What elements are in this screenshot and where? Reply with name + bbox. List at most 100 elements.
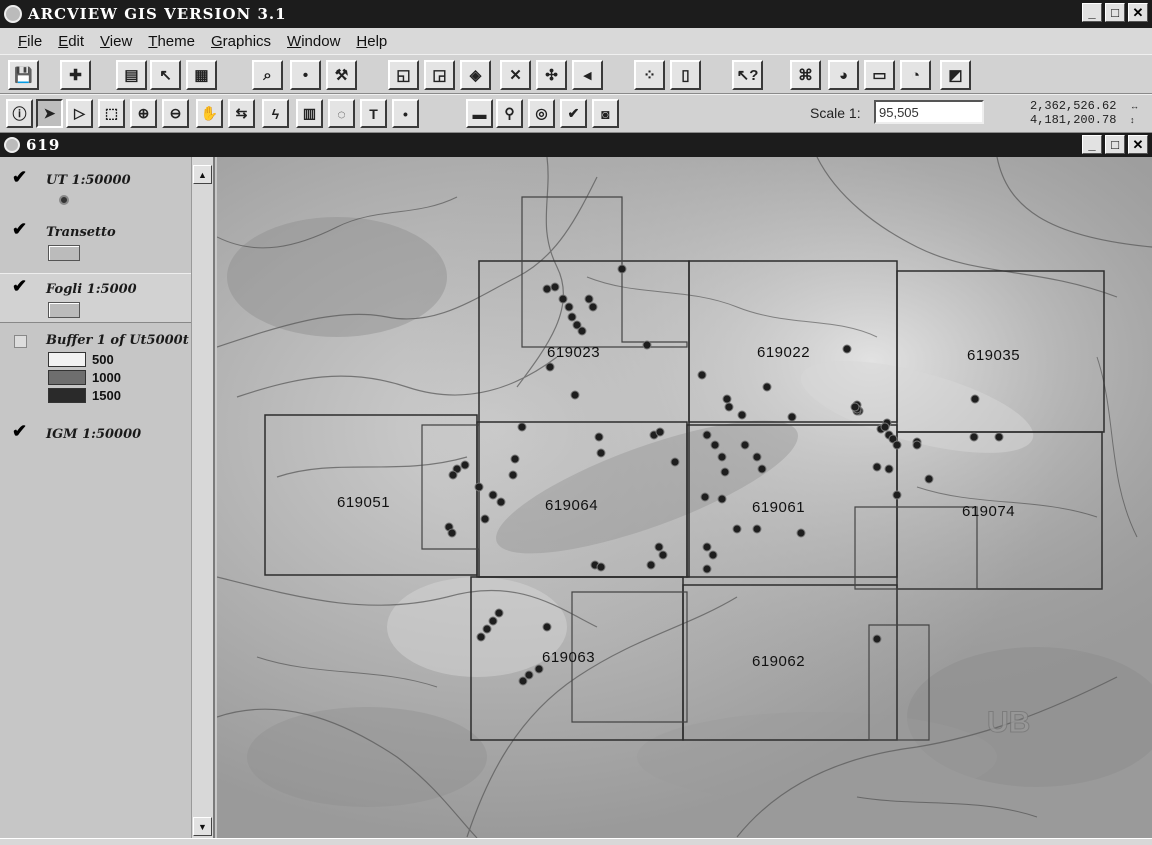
app-title-bar: ARCVIEW GIS VERSION 3.1 _ □ ✕ <box>0 0 1152 28</box>
layer-name: Fogli 1:5000 <box>46 282 137 297</box>
sheet-label: 619023 <box>547 344 601 361</box>
layer-visible-checkbox[interactable]: ✔ <box>12 421 27 442</box>
layer-buffer[interactable]: Buffer 1 of Ut5000t 500 1000 1500 <box>0 329 192 409</box>
select-by-theme-button[interactable]: ⁘ <box>634 60 665 90</box>
layer-visible-checkbox[interactable] <box>14 335 27 348</box>
button-bar: 💾 ✚ ▤ ↖ ▦ ⌕ • ⚒ ◱ ◲ ◈ ✕ ✣ ◂ ⁘ ▯ ↖? ⌘ ◕ ▭ ◔ ◩ <box>0 54 1152 94</box>
menu-graphics[interactable]: Graphics <box>203 33 279 50</box>
layer-visible-checkbox[interactable]: ✔ <box>12 276 27 297</box>
layer-transetto[interactable]: ✔ Transetto <box>0 217 192 267</box>
maximize-button[interactable]: □ <box>1105 3 1125 22</box>
pan-tool[interactable]: ✋ <box>196 99 223 128</box>
tool-bar: ◙✔◎⚲▬ •T◌▥ϟ⇆✋⊖⊕⬚▷➤ⓘ Scale 1: 2,362,526.62… <box>0 94 1152 133</box>
pointer-tool[interactable]: ➤ <box>36 99 63 128</box>
scroll-down-button[interactable]: ▼ <box>193 817 212 836</box>
layer-fogli-5000[interactable]: ✔ Fogli 1:5000 <box>0 273 192 323</box>
polygon-symbol <box>48 245 80 261</box>
locate-address-button[interactable]: • <box>290 60 321 90</box>
snap-tool[interactable]: ▬ <box>466 99 493 128</box>
menu-label: ile <box>27 32 43 50</box>
label-tool[interactable]: ▥ <box>296 99 323 128</box>
class-swatch <box>48 387 86 403</box>
menu-edit[interactable]: Edit <box>50 33 92 50</box>
zoom-selected-button[interactable]: ◈ <box>460 60 491 90</box>
menu-theme[interactable]: Theme <box>140 33 203 50</box>
sheet-label: 619064 <box>545 497 599 514</box>
layer-visible-checkbox[interactable]: ✔ <box>12 219 27 240</box>
menu-mnemonic: F <box>18 32 28 50</box>
menu-label: iew <box>109 32 133 50</box>
measure-tool[interactable]: ⇆ <box>228 99 255 128</box>
layer-ut-50000[interactable]: ✔ UT 1:50000 <box>0 165 192 205</box>
export-button[interactable]: ◩ <box>940 60 971 90</box>
menu-file[interactable]: File <box>10 33 50 50</box>
callout-tool[interactable]: ◌ <box>328 99 355 128</box>
view-close-button[interactable]: ✕ <box>1128 135 1148 154</box>
camera-tool[interactable]: ◙ <box>592 99 619 128</box>
draw-point-tool[interactable]: • <box>392 99 419 128</box>
add-theme-button[interactable]: ✚ <box>60 60 91 90</box>
zoom-out-fixed-button[interactable]: ✣ <box>536 60 567 90</box>
query-builder-button[interactable]: ⚒ <box>326 60 357 90</box>
circle-tool[interactable]: ◎ <box>528 99 555 128</box>
layout-button[interactable]: ◕ <box>828 60 859 90</box>
view-maximize-button[interactable]: □ <box>1105 135 1125 154</box>
point-symbol <box>59 195 69 205</box>
minimize-button[interactable]: _ <box>1082 3 1102 22</box>
sheet-label: 619051 <box>337 494 391 511</box>
theme-properties-button[interactable]: ▤ <box>116 60 147 90</box>
table-of-contents: ✔ UT 1:50000 ✔ Transetto ✔ Fogli 1:5000 … <box>0 157 215 838</box>
open-table-button[interactable]: ▦ <box>186 60 217 90</box>
zoom-in-fixed-button[interactable]: ✕ <box>500 60 531 90</box>
scale-input[interactable] <box>874 100 984 124</box>
close-button[interactable]: ✕ <box>1128 3 1148 22</box>
view-minimize-button[interactable]: _ <box>1082 135 1102 154</box>
menu-help[interactable]: Help <box>348 33 395 50</box>
edit-legend-button[interactable]: ↖ <box>150 60 181 90</box>
legend-class-row: 1500 <box>48 387 121 403</box>
map-view[interactable]: UB 619023 619022 619035 619051 619064 61… <box>217 157 1152 838</box>
pin-tool[interactable]: ⚲ <box>496 99 523 128</box>
view-title-bar: 619 _ □ ✕ <box>0 133 1152 157</box>
menu-window[interactable]: Window <box>279 33 348 50</box>
find-button[interactable]: ⌕ <box>252 60 283 90</box>
scroll-up-button[interactable]: ▲ <box>193 165 212 184</box>
zoom-full-extent-button[interactable]: ◱ <box>388 60 419 90</box>
layer-igm-50000[interactable]: ✔ IGM 1:50000 <box>0 419 192 449</box>
sheet-label: 619062 <box>752 653 806 670</box>
sheet-label: 619035 <box>967 347 1021 364</box>
layer-name: Transetto <box>46 225 116 240</box>
clear-selection-button[interactable]: ▯ <box>670 60 701 90</box>
text-tool[interactable]: T <box>360 99 387 128</box>
globe-icon <box>4 5 22 23</box>
clock-button[interactable]: ◔ <box>900 60 931 90</box>
save-button[interactable]: 💾 <box>8 60 39 90</box>
zoom-active-theme-button[interactable]: ◲ <box>424 60 455 90</box>
zoom-in-tool[interactable]: ⊕ <box>130 99 157 128</box>
zoom-out-tool[interactable]: ⊖ <box>162 99 189 128</box>
help-button[interactable]: ↖? <box>732 60 763 90</box>
hotlink-button[interactable]: ⌘ <box>790 60 821 90</box>
class-label: 1000 <box>92 369 121 385</box>
hotlink-tool[interactable]: ϟ <box>262 99 289 128</box>
horizontal-arrows-icon: ↔ <box>1130 101 1139 111</box>
vertical-arrows-icon: ↕ <box>1130 115 1135 125</box>
menu-view[interactable]: View <box>92 33 140 50</box>
check-tool[interactable]: ✔ <box>560 99 587 128</box>
vertex-edit-tool[interactable]: ▷ <box>66 99 93 128</box>
menu-mnemonic: W <box>287 32 302 50</box>
menu-label: raphics <box>222 32 272 50</box>
identify-tool[interactable]: ⓘ <box>6 99 33 128</box>
legend-scrollbar[interactable]: ▲ ▼ <box>191 157 213 838</box>
menu-label: indow <box>301 32 341 50</box>
menu-label: elp <box>367 32 388 50</box>
layer-visible-checkbox[interactable]: ✔ <box>12 167 27 188</box>
map-watermark-text: UB <box>987 706 1030 739</box>
print-button[interactable]: ▭ <box>864 60 895 90</box>
zoom-previous-button[interactable]: ◂ <box>572 60 603 90</box>
app-window-controls: _ □ ✕ <box>1082 3 1148 22</box>
select-feature-tool[interactable]: ⬚ <box>98 99 125 128</box>
coordinate-x-readout: 2,362,526.62 <box>1030 99 1117 113</box>
polygon-symbol <box>48 302 80 318</box>
layer-name: Buffer 1 of Ut5000t <box>46 333 189 348</box>
